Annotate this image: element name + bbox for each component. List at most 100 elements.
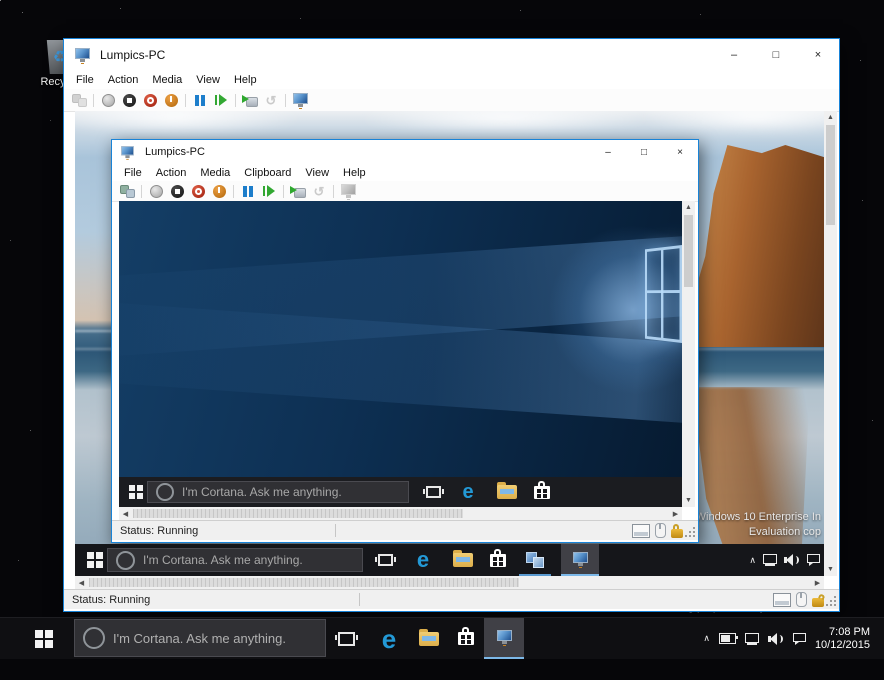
ctrl-alt-del-icon[interactable] bbox=[70, 92, 88, 109]
inner-minimize-button[interactable]: – bbox=[590, 140, 626, 164]
toolbar-separator bbox=[141, 185, 142, 198]
scroll-right-arrow[interactable]: ▶ bbox=[811, 576, 824, 589]
enhanced-session-icon[interactable] bbox=[339, 183, 357, 200]
cortana-icon bbox=[83, 627, 105, 649]
scroll-thumb[interactable] bbox=[684, 215, 693, 287]
start-button[interactable] bbox=[26, 618, 62, 659]
store-icon[interactable] bbox=[529, 477, 555, 507]
menu-help[interactable]: Help bbox=[227, 74, 264, 86]
start-vm-icon[interactable] bbox=[99, 92, 117, 109]
hyperv-manager-icon[interactable] bbox=[519, 544, 551, 576]
battery-icon[interactable] bbox=[719, 633, 736, 644]
scroll-down-arrow[interactable]: ▼ bbox=[824, 563, 837, 576]
menu-view[interactable]: View bbox=[189, 74, 227, 86]
menu-action[interactable]: Action bbox=[101, 74, 146, 86]
shut-down-icon[interactable] bbox=[189, 183, 207, 200]
outer-horizontal-scrollbar[interactable]: ◀ ▶ bbox=[75, 576, 824, 589]
revert-icon[interactable]: ↺ bbox=[262, 92, 280, 109]
outer-status-bar: Status: Running bbox=[64, 589, 839, 609]
shut-down-icon[interactable] bbox=[141, 92, 159, 109]
cortana-placeholder: I'm Cortana. Ask me anything. bbox=[182, 485, 342, 499]
file-explorer-icon[interactable] bbox=[494, 477, 520, 507]
resume-icon[interactable] bbox=[212, 92, 230, 109]
toolbar-separator bbox=[283, 185, 284, 198]
windows-logo-glow bbox=[645, 245, 682, 343]
scroll-down-arrow[interactable]: ▼ bbox=[682, 494, 695, 507]
windows-logo-icon bbox=[35, 630, 53, 648]
outer-maximize-button[interactable]: □ bbox=[755, 39, 797, 71]
scroll-up-arrow[interactable]: ▲ bbox=[824, 111, 837, 124]
inner-close-button[interactable]: × bbox=[662, 140, 698, 164]
menu-action[interactable]: Action bbox=[149, 167, 194, 179]
scroll-thumb[interactable] bbox=[89, 578, 519, 587]
edge-browser-icon[interactable]: e bbox=[409, 544, 437, 576]
menu-media[interactable]: Media bbox=[193, 167, 237, 179]
edge-browser-icon[interactable]: e bbox=[454, 477, 482, 507]
cortana-search-input[interactable]: I'm Cortana. Ask me anything. bbox=[107, 548, 363, 572]
inner-maximize-button[interactable]: □ bbox=[626, 140, 662, 164]
task-view-button[interactable] bbox=[330, 618, 362, 659]
menu-file[interactable]: File bbox=[117, 167, 149, 179]
start-button[interactable] bbox=[81, 544, 109, 576]
pause-icon[interactable] bbox=[239, 183, 257, 200]
tray-chevron-icon[interactable]: ∧ bbox=[749, 555, 756, 566]
save-state-icon[interactable] bbox=[162, 92, 180, 109]
scroll-thumb[interactable] bbox=[133, 509, 463, 518]
outer-close-button[interactable]: × bbox=[797, 39, 839, 71]
revert-icon[interactable]: ↺ bbox=[310, 183, 328, 200]
outer-titlebar[interactable]: Lumpics-PC – □ × bbox=[64, 39, 839, 71]
task-view-button[interactable] bbox=[421, 477, 445, 507]
checkpoint-icon[interactable] bbox=[241, 92, 259, 109]
task-view-button[interactable] bbox=[372, 544, 398, 576]
toolbar-separator bbox=[235, 94, 236, 107]
enhanced-session-icon[interactable] bbox=[291, 92, 309, 109]
vmconnect-window-icon bbox=[74, 48, 91, 63]
action-center-icon[interactable] bbox=[807, 554, 820, 566]
speaker-icon[interactable] bbox=[768, 633, 784, 645]
file-explorer-icon[interactable] bbox=[449, 544, 477, 576]
turn-off-icon[interactable] bbox=[120, 92, 138, 109]
edge-browser-icon[interactable]: e bbox=[372, 618, 406, 659]
network-icon[interactable] bbox=[745, 633, 759, 645]
menu-file[interactable]: File bbox=[69, 74, 101, 86]
tray-chevron-icon[interactable]: ∧ bbox=[703, 633, 710, 644]
menu-clipboard[interactable]: Clipboard bbox=[237, 167, 298, 179]
inner-vertical-scrollbar[interactable]: ▲ ▼ bbox=[682, 201, 695, 507]
store-icon[interactable] bbox=[450, 618, 482, 659]
scroll-left-arrow[interactable]: ◀ bbox=[75, 576, 88, 589]
cortana-search-input[interactable]: I'm Cortana. Ask me anything. bbox=[147, 481, 409, 503]
ctrl-alt-del-icon[interactable] bbox=[118, 183, 136, 200]
checkpoint-icon[interactable] bbox=[289, 183, 307, 200]
windows-logo-icon bbox=[129, 485, 143, 499]
save-state-icon[interactable] bbox=[210, 183, 228, 200]
vmconnect-taskbar-icon[interactable] bbox=[484, 618, 524, 659]
store-icon[interactable] bbox=[485, 544, 511, 576]
scroll-up-arrow[interactable]: ▲ bbox=[682, 201, 695, 214]
outer-minimize-button[interactable]: – bbox=[713, 39, 755, 71]
file-explorer-icon[interactable] bbox=[412, 618, 446, 659]
resize-grip[interactable] bbox=[686, 528, 696, 538]
inner-horizontal-scrollbar[interactable]: ◀ ▶ bbox=[119, 507, 682, 520]
start-vm-icon[interactable] bbox=[147, 183, 165, 200]
cortana-search-input[interactable]: I'm Cortana. Ask me anything. bbox=[74, 619, 326, 657]
inner-titlebar[interactable]: Lumpics-PC – □ × bbox=[112, 140, 698, 164]
menu-view[interactable]: View bbox=[298, 167, 336, 179]
vmconnect-taskbar-icon[interactable] bbox=[561, 544, 599, 576]
menu-media[interactable]: Media bbox=[145, 74, 189, 86]
resume-icon[interactable] bbox=[260, 183, 278, 200]
action-center-icon[interactable] bbox=[793, 633, 806, 645]
menu-help[interactable]: Help bbox=[336, 167, 373, 179]
scroll-right-arrow[interactable]: ▶ bbox=[669, 507, 682, 520]
scroll-thumb[interactable] bbox=[826, 125, 835, 225]
resize-grip[interactable] bbox=[827, 597, 837, 607]
vmconnect-window-icon bbox=[120, 146, 134, 159]
scroll-left-arrow[interactable]: ◀ bbox=[119, 507, 132, 520]
start-button[interactable] bbox=[123, 477, 149, 507]
clock[interactable]: 7:08 PM 10/12/2015 bbox=[815, 626, 870, 652]
network-icon[interactable] bbox=[763, 554, 777, 566]
windows-logo-icon bbox=[87, 552, 103, 568]
turn-off-icon[interactable] bbox=[168, 183, 186, 200]
speaker-icon[interactable] bbox=[784, 554, 800, 566]
outer-vertical-scrollbar[interactable]: ▲ ▼ bbox=[824, 111, 837, 576]
pause-icon[interactable] bbox=[191, 92, 209, 109]
